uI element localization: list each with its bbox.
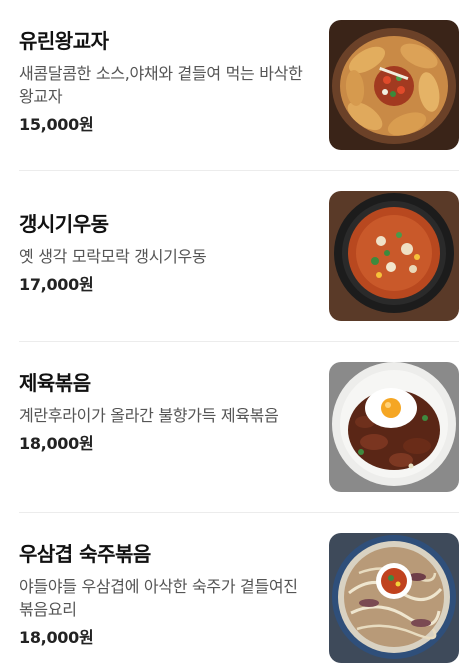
menu-item-name: 유린왕교자 xyxy=(19,29,109,53)
menu-item-text: 우삼겹 숙주볶음 야들야들 우삼겹에 아삭한 숙주가 곁들여진 볶음요리 18,… xyxy=(19,541,314,649)
menu-item-description: 새콤달콤한 소스,야채와 곁들여 먹는 바삭한 왕교자 xyxy=(19,64,303,106)
menu-item-name: 제육볶음 xyxy=(19,371,91,395)
menu-item-description: 야들야들 우삼겹에 아삭한 숙주가 곁들여진 볶음요리 xyxy=(19,577,298,619)
menu-item-text: 갱시기우동 옛 생각 모락모락 갱시기우동 17,000원 xyxy=(19,211,314,296)
menu-list: 유린왕교자 새콤달콤한 소스,야채와 곁들여 먹는 바삭한 왕교자 15,000… xyxy=(0,0,467,670)
menu-item-text: 유린왕교자 새콤달콤한 소스,야채와 곁들여 먹는 바삭한 왕교자 15,000… xyxy=(19,28,314,136)
menu-item-name: 우삼겹 숙주볶음 xyxy=(19,542,151,566)
menu-item-description: 옛 생각 모락모락 갱시기우동 xyxy=(19,247,207,266)
menu-item-name: 갱시기우동 xyxy=(19,212,109,236)
menu-item-gaengsigi-udon[interactable]: 갱시기우동 옛 생각 모락모락 갱시기우동 17,000원 xyxy=(0,171,467,341)
menu-item-jeyuk-bokkeum[interactable]: 제육볶음 계란후라이가 올라간 불향가득 제육볶음 18,000원 xyxy=(0,342,467,512)
menu-item-price: 17,000원 xyxy=(19,275,94,294)
beef-sprouts-photo[interactable] xyxy=(329,533,459,663)
udon-soup-photo[interactable] xyxy=(329,191,459,321)
menu-item-price: 18,000원 xyxy=(19,434,94,453)
menu-item-price: 18,000원 xyxy=(19,628,94,647)
fried-dumplings-photo[interactable] xyxy=(329,20,459,150)
menu-item-yurin-dumplings[interactable]: 유린왕교자 새콤달콤한 소스,야채와 곁들여 먹는 바삭한 왕교자 15,000… xyxy=(0,0,467,170)
menu-item-text: 제육볶음 계란후라이가 올라간 불향가득 제육볶음 18,000원 xyxy=(19,370,314,455)
spicy-pork-photo[interactable] xyxy=(329,362,459,492)
menu-item-woosamgyeop-sukju[interactable]: 우삼겹 숙주볶음 야들야들 우삼겹에 아삭한 숙주가 곁들여진 볶음요리 18,… xyxy=(0,513,467,670)
menu-item-price: 15,000원 xyxy=(19,115,94,134)
menu-item-description: 계란후라이가 올라간 불향가득 제육볶음 xyxy=(19,406,279,425)
